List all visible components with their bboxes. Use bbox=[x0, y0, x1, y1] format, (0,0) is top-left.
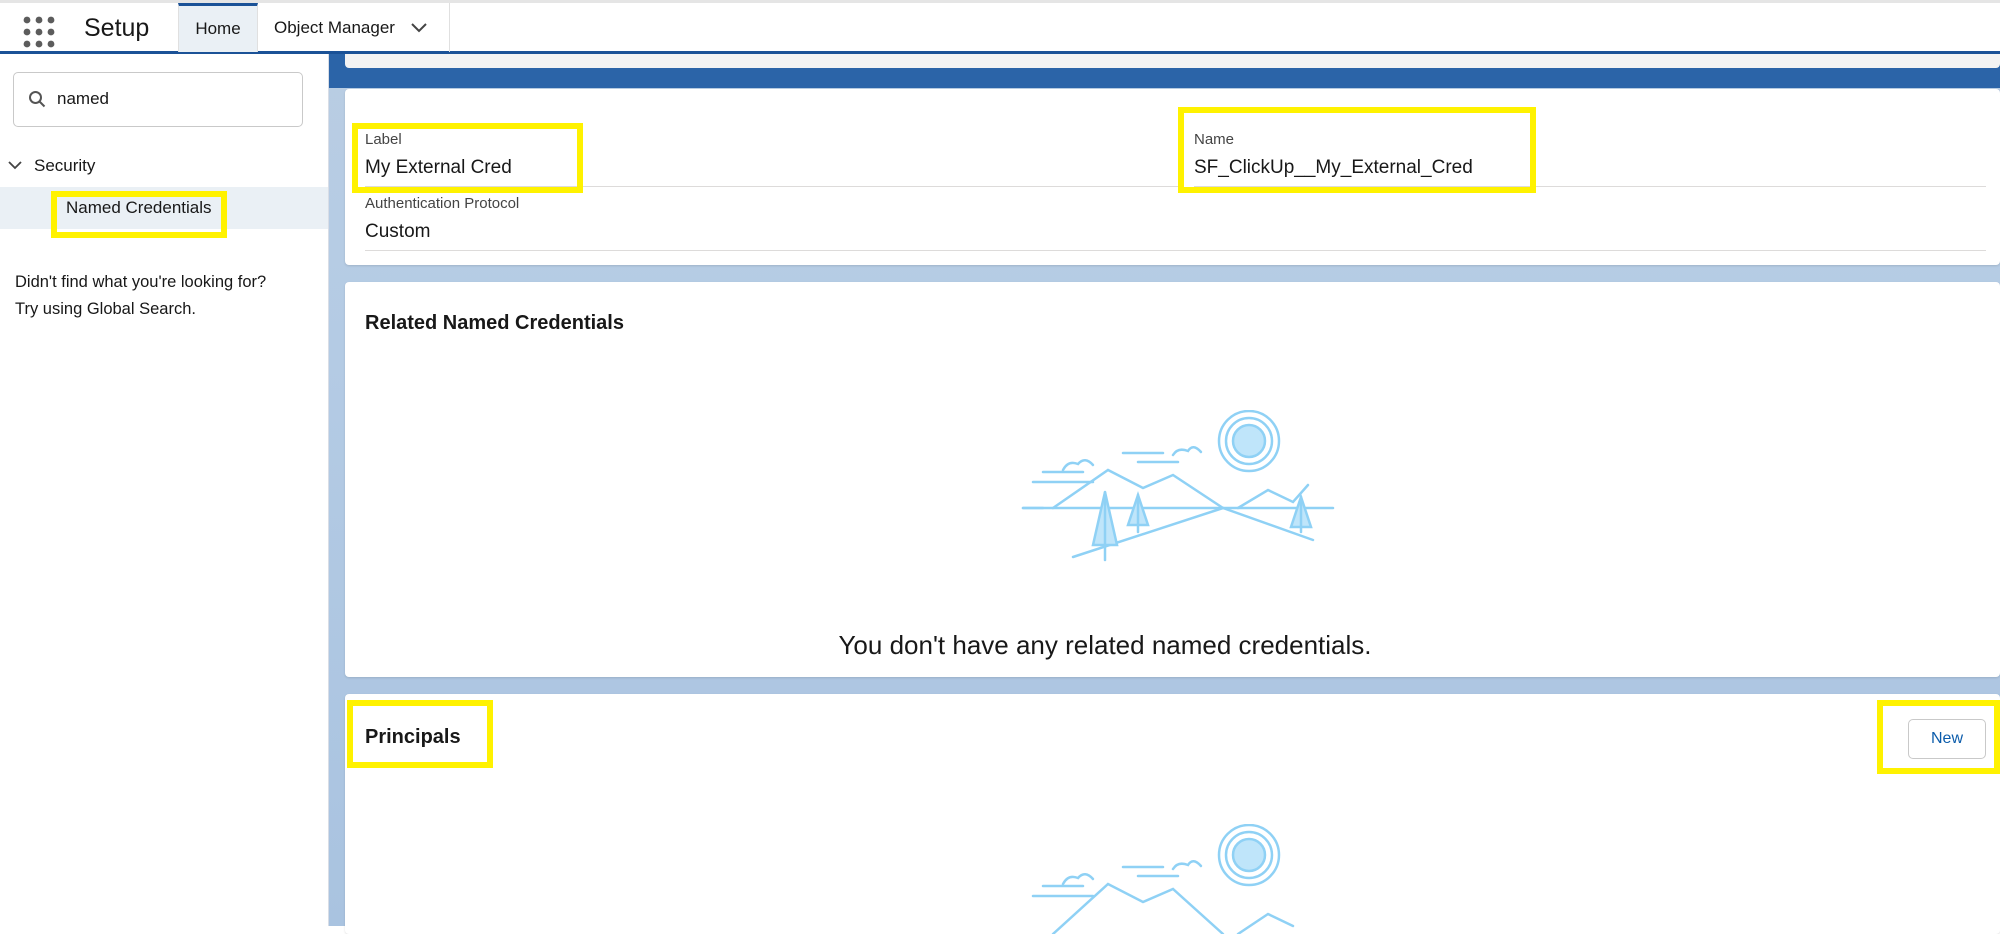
main-content: Label My External Cred Name SF_ClickUp__… bbox=[329, 54, 2000, 934]
related-named-credentials-card: Related Named Credentials You don't have… bbox=[345, 282, 2000, 677]
divider bbox=[365, 250, 1986, 251]
tab-object-manager-label: Object Manager bbox=[274, 17, 395, 37]
global-search-hint: Try using Global Search. bbox=[15, 300, 196, 318]
tab-home[interactable]: Home bbox=[178, 3, 258, 52]
tree-item-label[interactable]: Named Credentials bbox=[66, 198, 212, 218]
tree-group-security[interactable]: Security bbox=[8, 156, 95, 176]
details-card: Label My External Cred Name SF_ClickUp__… bbox=[345, 89, 2000, 265]
app-launcher-icon[interactable] bbox=[22, 15, 56, 49]
divider bbox=[365, 186, 1178, 187]
chevron-down-icon[interactable] bbox=[8, 156, 22, 176]
search-icon bbox=[28, 90, 46, 113]
name-field-value: SF_ClickUp__My_External_Cred bbox=[1194, 157, 1473, 178]
tab-object-manager[interactable]: Object Manager bbox=[258, 3, 450, 52]
setup-sidebar: named Security Named Credentials Didn't … bbox=[0, 54, 329, 926]
divider bbox=[1194, 186, 1986, 187]
empty-state-message: You don't have any related named credent… bbox=[838, 630, 1372, 660]
chevron-down-icon[interactable] bbox=[411, 18, 427, 38]
label-field-caption: Label bbox=[365, 131, 402, 148]
header-card-edge bbox=[345, 54, 2000, 68]
empty-state-illustration bbox=[1031, 824, 1295, 934]
tab-home-label: Home bbox=[195, 19, 241, 38]
empty-state-illustration bbox=[1021, 410, 1335, 562]
auth-protocol-value: Custom bbox=[365, 221, 431, 242]
principals-card: Principals New bbox=[345, 694, 2000, 934]
related-card-title: Related Named Credentials bbox=[365, 312, 624, 334]
tree-group-label: Security bbox=[34, 156, 96, 175]
tree-item-named-credentials[interactable]: Named Credentials bbox=[0, 187, 328, 229]
not-found-help: Didn't find what you're looking for? Try… bbox=[15, 269, 266, 323]
global-header: Setup Home Object Manager bbox=[0, 0, 2000, 54]
page-banner bbox=[329, 54, 2000, 88]
label-field-value: My External Cred bbox=[365, 157, 512, 178]
quick-find-search[interactable]: named bbox=[13, 72, 303, 127]
name-field-caption: Name bbox=[1194, 131, 1235, 148]
auth-protocol-caption: Authentication Protocol bbox=[365, 195, 520, 212]
new-principal-button[interactable]: New bbox=[1908, 719, 1986, 759]
not-found-line: Didn't find what you're looking for? bbox=[15, 273, 267, 291]
search-input[interactable]: named bbox=[57, 89, 109, 109]
app-title: Setup bbox=[84, 14, 150, 42]
principals-card-title: Principals bbox=[365, 726, 461, 748]
